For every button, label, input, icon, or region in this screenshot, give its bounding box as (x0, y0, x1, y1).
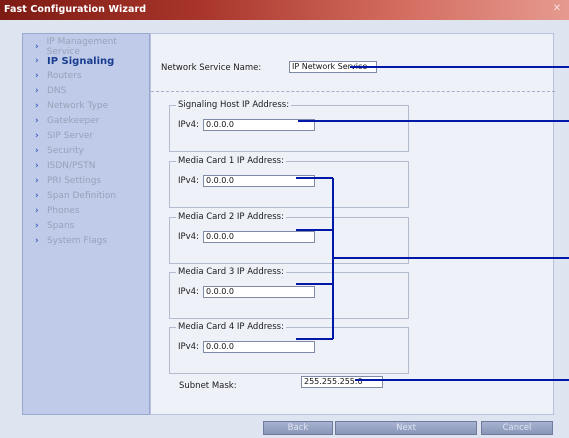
nav-item-label: Security (47, 146, 84, 156)
wizard-nav-panel: › IP Management Service › IP Signaling › Ro… (22, 33, 150, 415)
group-legend: Media Card 4 IP Address: (176, 322, 286, 332)
ipv4-label: IPv4: (178, 342, 199, 352)
subnet-mask-label: Subnet Mask: (179, 381, 237, 391)
nav-item-label: Phones (47, 206, 80, 216)
nav-item-label: SIP Server (47, 131, 94, 141)
chevron-right-icon: › (35, 101, 39, 111)
nav-item-label: ISDN/PSTN (47, 161, 96, 171)
chevron-right-icon: › (35, 56, 39, 66)
chevron-right-icon: › (35, 42, 39, 52)
group-legend: Media Card 1 IP Address: (176, 156, 286, 166)
chevron-right-icon: › (35, 86, 39, 96)
chevron-right-icon: › (35, 176, 39, 186)
nav-item-label: System Flags (47, 236, 108, 246)
nav-item-label: DNS (47, 86, 67, 96)
ip-signaling-form: Network Service Name: IP Network Service… (150, 33, 555, 415)
chevron-right-icon: › (35, 131, 39, 141)
ipv4-label: IPv4: (178, 232, 199, 242)
group-legend: Media Card 3 IP Address: (176, 267, 286, 277)
nav-item-network-type[interactable]: › Network Type (35, 99, 108, 113)
nav-item-label: Spans (47, 221, 75, 231)
network-service-name-field[interactable]: IP Network Service (289, 61, 377, 73)
nav-item-ip-management-service[interactable]: › IP Management Service (35, 37, 149, 57)
ipv4-label: IPv4: (178, 287, 199, 297)
nav-item-isdn-pstn[interactable]: › ISDN/PSTN (35, 159, 95, 173)
signaling-host-ip-group: Signaling Host IP Address: IPv4: 0.0.0.0 (169, 100, 409, 152)
chevron-right-icon: › (35, 191, 39, 201)
nav-item-sip-server[interactable]: › SIP Server (35, 129, 93, 143)
nav-item-label: Gatekeeper (47, 116, 100, 126)
chevron-right-icon: › (35, 161, 39, 171)
ipv4-label: IPv4: (178, 120, 199, 130)
chevron-right-icon: › (35, 221, 39, 231)
chevron-right-icon: › (35, 71, 39, 81)
group-legend: Media Card 2 IP Address: (176, 212, 286, 222)
ipv4-label: IPv4: (178, 176, 199, 186)
nav-item-label: Network Type (47, 101, 109, 111)
media-card-1-ip-group: Media Card 1 IP Address: IPv4: 0.0.0.0 (169, 156, 409, 208)
chevron-right-icon: › (35, 236, 39, 246)
nav-item-security[interactable]: › Security (35, 144, 84, 158)
media-card-4-ipv4-field[interactable]: 0.0.0.0 (203, 341, 315, 353)
media-card-3-ip-group: Media Card 3 IP Address: IPv4: 0.0.0.0 (169, 267, 409, 319)
close-icon[interactable]: ✕ (551, 3, 563, 15)
chevron-right-icon: › (35, 116, 39, 126)
section-divider (151, 91, 555, 92)
nav-item-label: IP Signaling (47, 55, 115, 67)
nav-item-label: Span Definition (47, 191, 117, 201)
window-title: Fast Configuration Wizard (4, 4, 147, 15)
nav-item-routers[interactable]: › Routers (35, 69, 82, 83)
nav-item-gatekeeper[interactable]: › Gatekeeper (35, 114, 99, 128)
nav-item-ip-signaling[interactable]: › IP Signaling (35, 54, 114, 68)
media-card-2-ip-group: Media Card 2 IP Address: IPv4: 0.0.0.0 (169, 212, 409, 264)
chevron-right-icon: › (35, 206, 39, 216)
media-card-2-ipv4-field[interactable]: 0.0.0.0 (203, 231, 315, 243)
media-card-1-ipv4-field[interactable]: 0.0.0.0 (203, 175, 315, 187)
signaling-host-ipv4-field[interactable]: 0.0.0.0 (203, 119, 315, 131)
nav-item-spans[interactable]: › Spans (35, 219, 74, 233)
nav-item-dns[interactable]: › DNS (35, 84, 66, 98)
nav-item-phones[interactable]: › Phones (35, 204, 80, 218)
network-service-name-label: Network Service Name: (161, 63, 262, 73)
wizard-buttons: Back Next Cancel (263, 421, 553, 435)
nav-item-span-definition[interactable]: › Span Definition (35, 189, 116, 203)
media-card-3-ipv4-field[interactable]: 0.0.0.0 (203, 286, 315, 298)
fast-configuration-wizard-window: Fast Configuration Wizard ✕ › IP Manageme… (0, 0, 569, 438)
media-card-4-ip-group: Media Card 4 IP Address: IPv4: 0.0.0.0 (169, 322, 409, 374)
chevron-right-icon: › (35, 146, 39, 156)
subnet-mask-field[interactable]: 255.255.255.0 (301, 376, 383, 388)
title-bar[interactable]: Fast Configuration Wizard ✕ (0, 0, 569, 20)
nav-item-label: Routers (47, 71, 82, 81)
next-button[interactable]: Next (335, 421, 477, 435)
cancel-button[interactable]: Cancel (481, 421, 553, 435)
nav-item-system-flags[interactable]: › System Flags (35, 234, 107, 248)
nav-item-label: PRI Settings (47, 176, 102, 186)
group-legend: Signaling Host IP Address: (176, 100, 292, 110)
nav-item-pri-settings[interactable]: › PRI Settings (35, 174, 101, 188)
back-button[interactable]: Back (263, 421, 333, 435)
